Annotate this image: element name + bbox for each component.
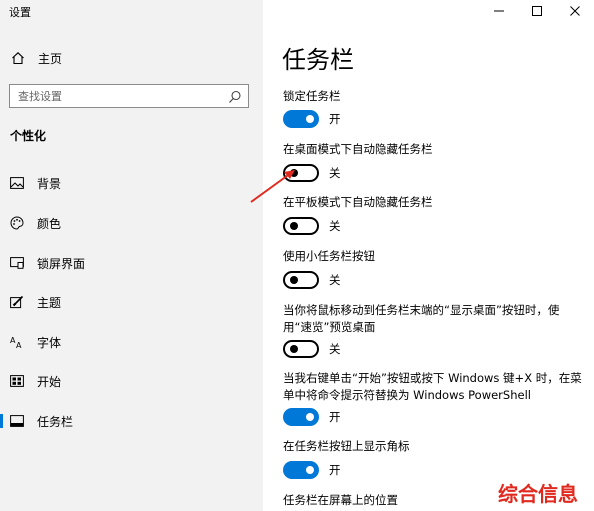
toggle-state-text: 开 [329, 410, 341, 424]
home-nav-item[interactable]: 主页 [10, 48, 62, 68]
taskbar-icon [9, 413, 25, 429]
main-panel: 任务栏 锁定任务栏 开 在桌面模式下自动隐藏任务栏 关 在平板模式下自动隐藏任务… [263, 0, 594, 511]
sidebar-item-taskbar[interactable]: 任务栏 [0, 406, 263, 436]
section-title: 个性化 [10, 129, 47, 143]
toggle-knob [306, 466, 314, 474]
lock-screen-icon [9, 255, 25, 271]
search-input[interactable] [10, 89, 220, 103]
font-icon: AA [9, 334, 25, 350]
toggle-state-text: 关 [329, 219, 341, 233]
toggle-row-badges: 开 [283, 461, 341, 479]
theme-brush-icon [9, 294, 25, 310]
peek-toggle[interactable] [283, 340, 319, 358]
maximize-button[interactable] [518, 0, 556, 22]
toggle-knob [290, 276, 298, 284]
minimize-button[interactable] [480, 0, 518, 22]
toggle-knob [306, 413, 314, 421]
toggle-row-small-buttons: 关 [283, 271, 341, 289]
red-arrow-annotation [250, 170, 295, 203]
search-icon[interactable] [228, 89, 242, 103]
toggle-state-text: 关 [329, 342, 341, 356]
app-title: 设置 [9, 6, 31, 19]
toggle-row-autohide-tablet: 关 [283, 217, 341, 235]
sidebar-item-label: 任务栏 [37, 414, 74, 429]
window-controls [480, 0, 594, 22]
sidebar: 设置 主页 个性化 背景 颜色 [0, 0, 263, 511]
svg-text:A: A [16, 341, 22, 349]
close-button[interactable] [556, 0, 594, 22]
badges-toggle[interactable] [283, 461, 319, 479]
setting-label-powershell: 当我右键单击“开始”按钮或按下 Windows 键+X 时，在菜单中将命令提示符… [283, 371, 582, 402]
search-box[interactable] [9, 84, 249, 108]
lock-taskbar-toggle[interactable] [283, 110, 319, 128]
toggle-state-text: 关 [329, 166, 341, 180]
toggle-knob [290, 345, 298, 353]
powershell-toggle[interactable] [283, 408, 319, 426]
start-menu-icon [9, 373, 25, 389]
sidebar-item-label: 开始 [37, 374, 62, 389]
sidebar-item-start[interactable]: 开始 [0, 366, 263, 396]
toggle-row-powershell: 开 [283, 408, 341, 426]
home-icon [10, 50, 26, 66]
palette-icon [9, 215, 25, 231]
setting-label-lock-taskbar: 锁定任务栏 [283, 89, 341, 103]
sidebar-item-label: 背景 [37, 176, 62, 191]
setting-label-autohide-tablet: 在平板模式下自动隐藏任务栏 [283, 195, 433, 209]
toggle-knob [290, 222, 298, 230]
toggle-state-text: 开 [329, 112, 341, 126]
settings-window: 设置 主页 个性化 背景 颜色 [0, 0, 594, 511]
page-title: 任务栏 [282, 46, 354, 74]
toggle-row-peek: 关 [283, 340, 341, 358]
sidebar-item-fonts[interactable]: AA 字体 [0, 327, 263, 357]
sidebar-item-label: 字体 [37, 335, 62, 350]
setting-label-badges: 在任务栏按钮上显示角标 [283, 439, 410, 453]
toggle-knob [306, 115, 314, 123]
setting-label-small-buttons: 使用小任务栏按钮 [283, 249, 375, 263]
toggle-state-text: 关 [329, 273, 341, 287]
toggle-row-lock-taskbar: 开 [283, 110, 341, 128]
picture-icon [9, 175, 25, 191]
autohide-tablet-toggle[interactable] [283, 217, 319, 235]
home-label: 主页 [38, 51, 63, 66]
setting-label-peek: 当你将鼠标移动到任务栏末端的“显示桌面”按钮时，使用“速览”预览桌面 [283, 303, 560, 334]
sidebar-item-label: 锁屏界面 [37, 256, 86, 271]
toggle-state-text: 开 [329, 463, 341, 477]
sidebar-item-label: 颜色 [37, 216, 62, 231]
sidebar-item-label: 主题 [37, 295, 62, 310]
watermark: 综合信息 [498, 482, 578, 506]
setting-label-autohide-desktop: 在桌面模式下自动隐藏任务栏 [283, 142, 433, 156]
small-buttons-toggle[interactable] [283, 271, 319, 289]
sidebar-item-lock-screen[interactable]: 锁屏界面 [0, 248, 263, 278]
sidebar-item-background[interactable]: 背景 [0, 168, 263, 198]
sidebar-item-colors[interactable]: 颜色 [0, 208, 263, 238]
sidebar-item-themes[interactable]: 主题 [0, 287, 263, 317]
